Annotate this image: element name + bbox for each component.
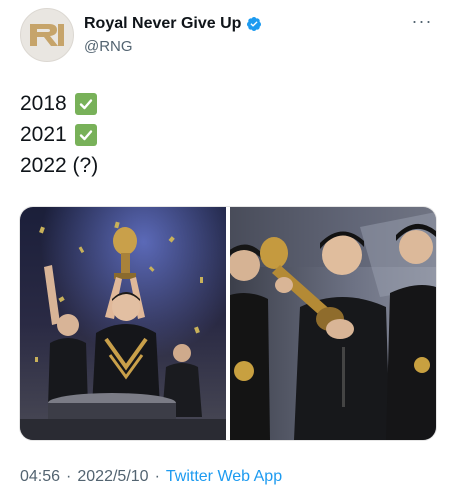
meta-separator: ·: [154, 468, 160, 485]
tweet-line-text: 2021: [20, 122, 67, 146]
tweet-line: 2021: [20, 119, 98, 150]
tweet-line: 2018: [20, 88, 98, 119]
display-name-text[interactable]: Royal Never Give Up: [84, 15, 241, 33]
tweet-media: [19, 206, 437, 441]
meta-separator: ·: [66, 468, 72, 485]
tweet-text: 2018 2021 2022 (?): [20, 88, 98, 181]
more-horizontal-icon: ···: [411, 11, 433, 31]
tweet-meta: 04:56 · 2022/5/10 · Twitter Web App: [20, 468, 282, 486]
tweet-time[interactable]: 04:56: [20, 468, 60, 486]
account-handle[interactable]: @RNG: [84, 38, 133, 55]
tweet-line-text: 2022 (?): [20, 153, 99, 177]
rng-logo-icon: [30, 24, 64, 46]
tweet-source-link[interactable]: Twitter Web App: [166, 468, 282, 486]
check-mark-button-icon: [74, 123, 97, 146]
tweet-date[interactable]: 2022/5/10: [77, 468, 148, 486]
display-name[interactable]: Royal Never Give Up: [84, 15, 262, 33]
trophy-lift-photo-2[interactable]: [230, 207, 436, 440]
verified-badge-icon: [247, 17, 262, 31]
avatar[interactable]: [20, 8, 74, 62]
trophy-lift-photo-1[interactable]: [20, 207, 226, 440]
tweet-line-text: 2018: [20, 91, 67, 115]
more-options-button[interactable]: ···: [410, 11, 434, 34]
tweet-line: 2022 (?): [20, 150, 98, 181]
check-mark-button-icon: [74, 92, 97, 115]
